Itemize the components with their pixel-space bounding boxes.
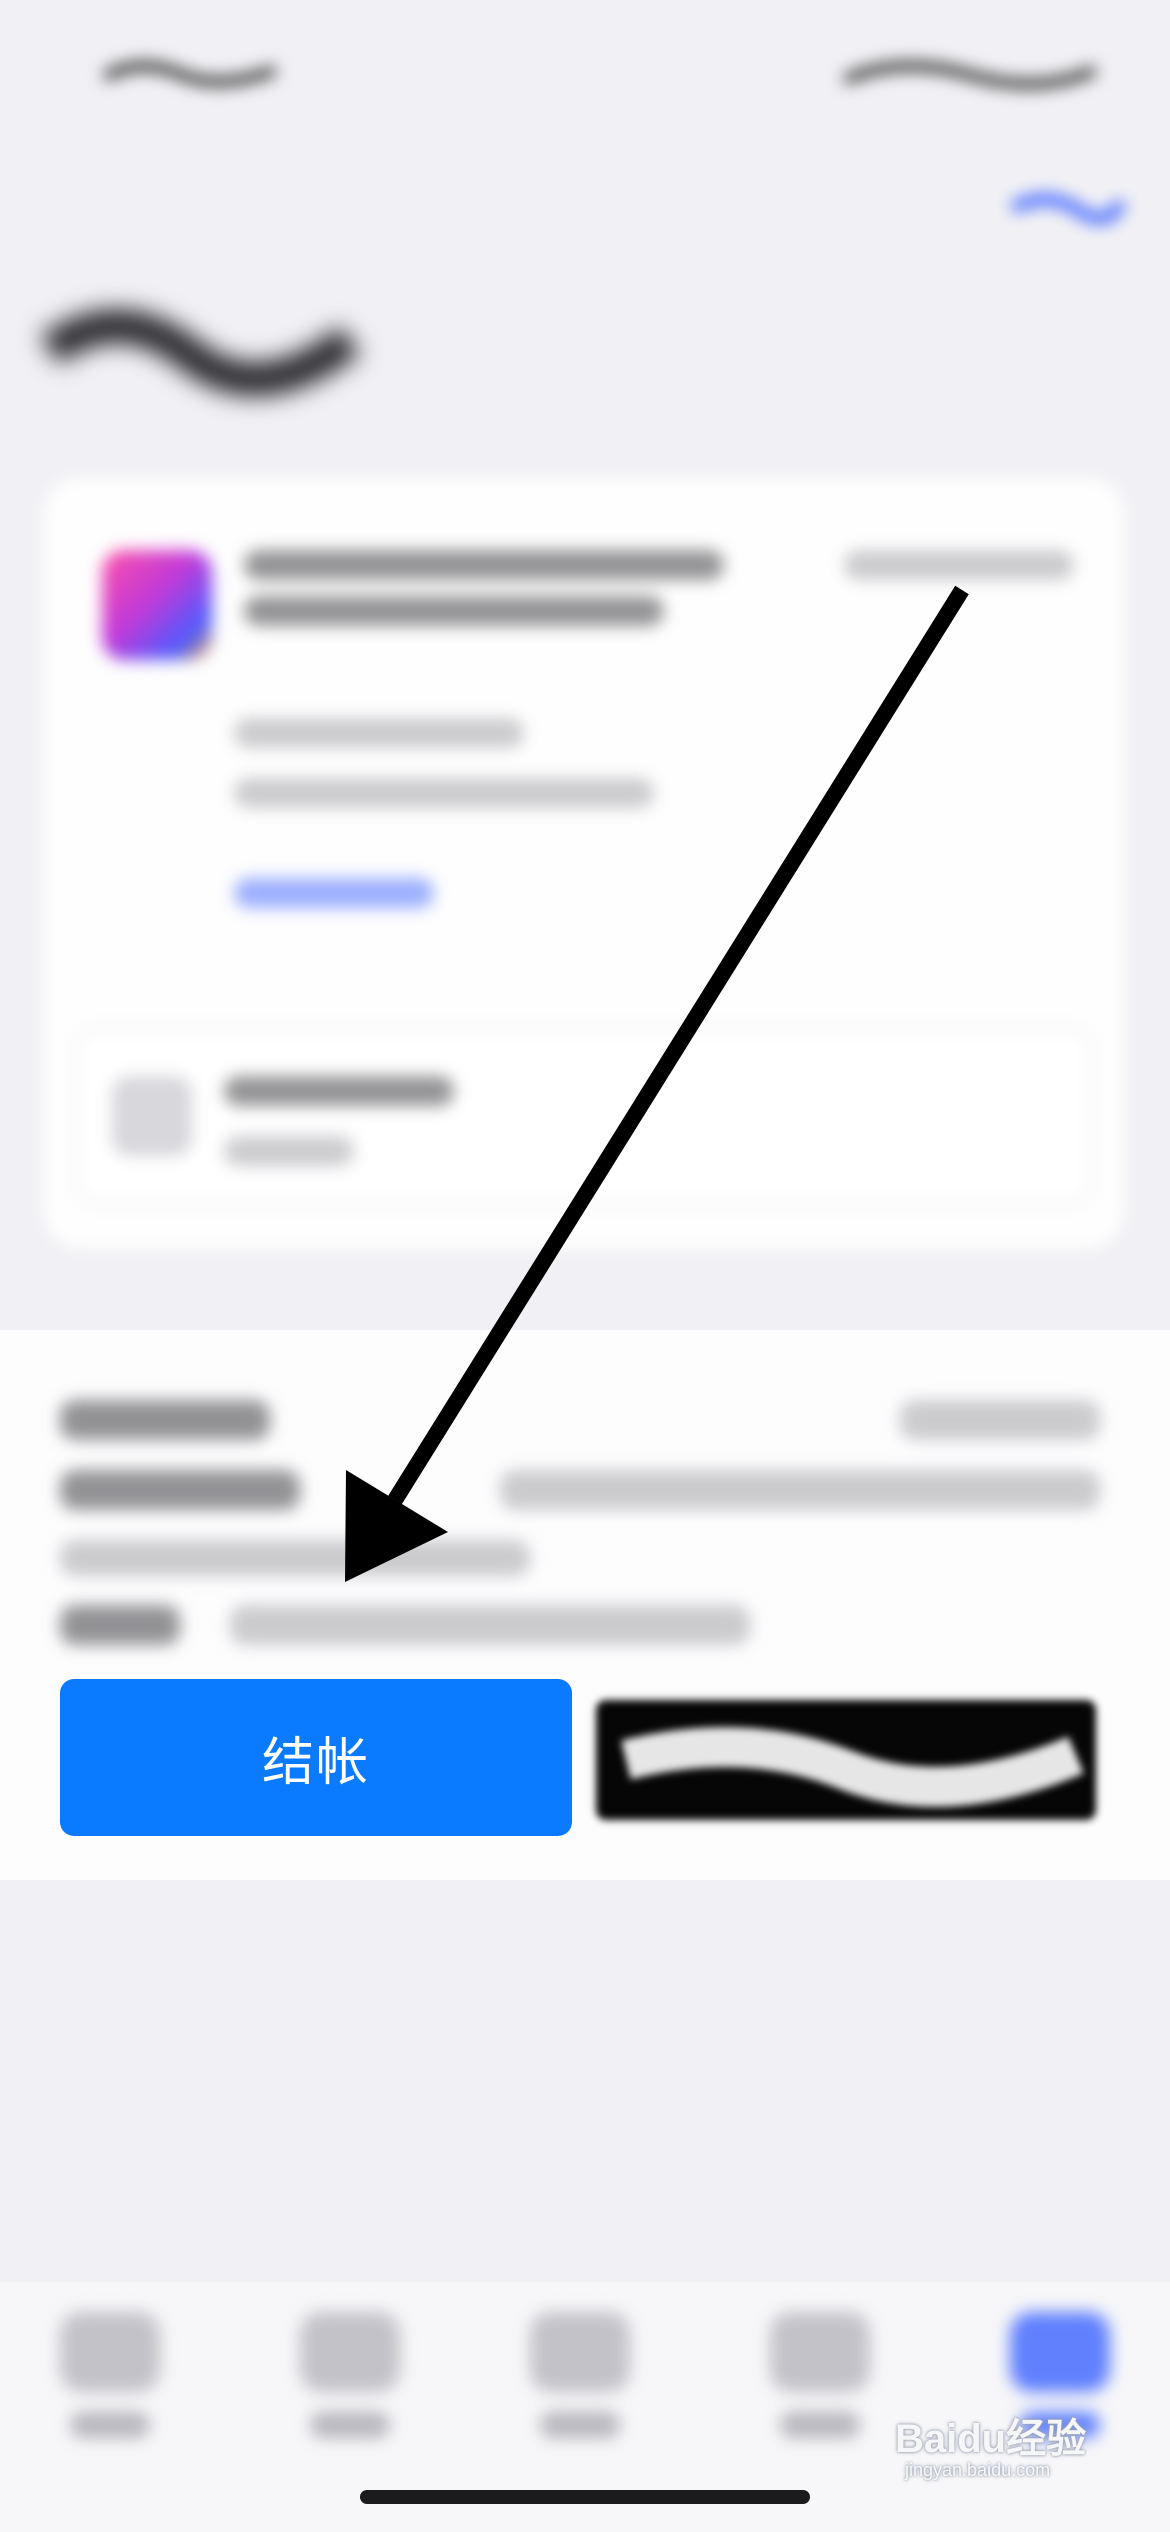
summary-value-4 bbox=[230, 1605, 750, 1645]
tab-games[interactable] bbox=[280, 2312, 420, 2462]
checkout-button-label: 结帐 bbox=[261, 1733, 370, 1793]
status-bar-time bbox=[100, 52, 280, 92]
item-title-line-1 bbox=[244, 550, 724, 580]
tab-label bbox=[310, 2412, 390, 2438]
info-box-subtitle bbox=[224, 1136, 354, 1166]
summary-label-1 bbox=[60, 1400, 270, 1440]
item-detail-line-2 bbox=[234, 778, 654, 808]
tab-label bbox=[540, 2412, 620, 2438]
item-detail-line-1 bbox=[234, 718, 524, 748]
watermark-main: Baidu经验 bbox=[895, 2417, 1087, 2461]
summary-label-2 bbox=[60, 1470, 300, 1510]
item-price bbox=[844, 550, 1074, 580]
tab-arcade[interactable] bbox=[750, 2312, 890, 2462]
watermark-sub: jingyan.baidu.com bbox=[905, 2460, 1051, 2480]
summary-label-4 bbox=[60, 1605, 180, 1645]
info-box bbox=[74, 1026, 1094, 1206]
account-icon bbox=[1010, 2312, 1110, 2392]
status-bar-icons bbox=[840, 50, 1100, 94]
item-title-line-2 bbox=[244, 596, 664, 626]
info-box-icon bbox=[112, 1076, 192, 1156]
order-card bbox=[44, 478, 1124, 1248]
summary-value-1 bbox=[900, 1400, 1100, 1440]
page-title bbox=[40, 290, 360, 400]
today-icon bbox=[60, 2312, 160, 2392]
baidu-watermark: Baidu经验 jingyan.baidu.com bbox=[895, 2406, 1115, 2496]
checkout-button[interactable]: 结帐 bbox=[60, 1679, 572, 1836]
summary-line-3 bbox=[60, 1540, 530, 1576]
home-indicator[interactable] bbox=[360, 2490, 810, 2504]
item-link[interactable] bbox=[234, 878, 434, 908]
tab-today[interactable] bbox=[40, 2312, 180, 2462]
info-box-title bbox=[224, 1076, 454, 1106]
apps-icon bbox=[530, 2312, 630, 2392]
tab-label bbox=[780, 2412, 860, 2438]
tab-apps[interactable] bbox=[510, 2312, 650, 2462]
games-icon bbox=[300, 2312, 400, 2392]
arcade-icon bbox=[770, 2312, 870, 2392]
apple-pay-button[interactable] bbox=[596, 1700, 1096, 1820]
app-icon bbox=[102, 550, 212, 660]
nav-action-button[interactable] bbox=[1008, 180, 1126, 228]
summary-value-2 bbox=[500, 1470, 1100, 1510]
tab-label bbox=[70, 2412, 150, 2438]
